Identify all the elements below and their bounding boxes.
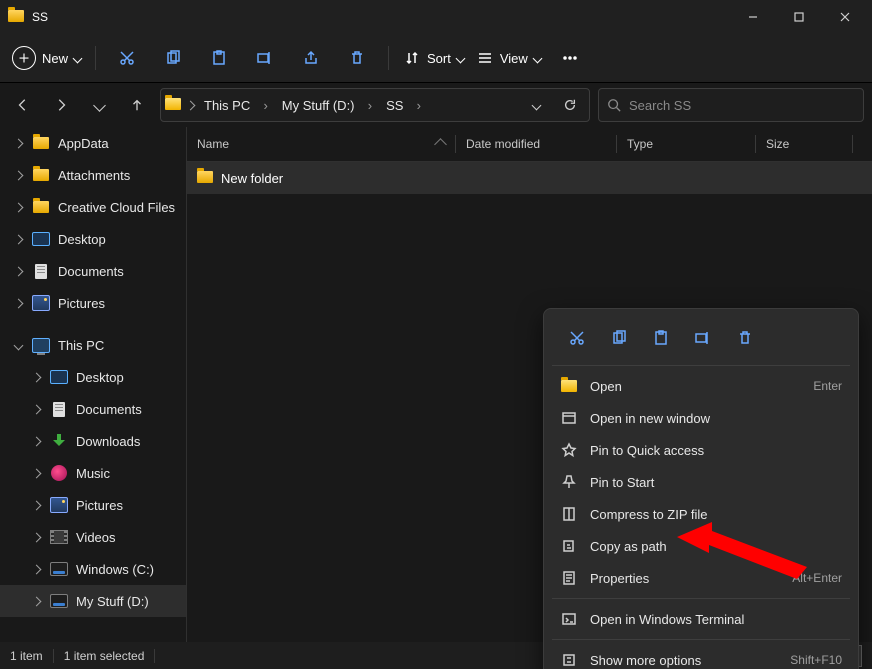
ctx-open-terminal[interactable]: Open in Windows Terminal <box>550 603 852 635</box>
delete-button[interactable] <box>334 41 380 75</box>
copy-icon <box>164 49 182 67</box>
sidebar-item-my-stuff-d-[interactable]: My Stuff (D:) <box>0 585 186 617</box>
refresh-button[interactable] <box>555 90 585 120</box>
sidebar-item-attachments[interactable]: Attachments <box>0 159 186 191</box>
sort-asc-icon <box>434 138 447 151</box>
cut-button[interactable] <box>104 41 150 75</box>
ctx-paste-button[interactable] <box>642 321 680 355</box>
ctx-cut-button[interactable] <box>558 321 596 355</box>
file-list-area: Name Date modified Type Size New folder <box>187 127 872 642</box>
rename-button[interactable] <box>242 41 288 75</box>
sidebar-item-documents[interactable]: Documents <box>0 255 186 287</box>
context-menu: Open Enter Open in new window Pin to Qui… <box>543 308 859 669</box>
more-button[interactable] <box>547 41 593 75</box>
command-bar: New Sort View <box>0 34 872 83</box>
folder-icon <box>165 98 181 113</box>
address-bar[interactable]: This PC › My Stuff (D:) › SS › <box>160 88 590 122</box>
trash-icon <box>348 49 366 67</box>
ctx-copy-button[interactable] <box>600 321 638 355</box>
new-window-icon <box>560 410 578 426</box>
column-headers: Name Date modified Type Size <box>187 127 872 162</box>
terminal-icon <box>560 611 578 627</box>
ctx-pin-start[interactable]: Pin to Start <box>550 466 852 498</box>
column-name[interactable]: Name <box>187 137 455 151</box>
view-button[interactable]: View <box>470 41 547 75</box>
folder-icon <box>197 171 213 186</box>
window-title: SS <box>32 10 48 24</box>
sidebar-item-creative-cloud-files[interactable]: Creative Cloud Files <box>0 191 186 223</box>
copy-path-icon <box>560 538 578 554</box>
address-history-button[interactable] <box>521 90 551 120</box>
copy-button[interactable] <box>150 41 196 75</box>
ctx-show-more[interactable]: Show more options Shift+F10 <box>550 644 852 669</box>
close-button[interactable] <box>822 1 868 33</box>
sidebar-item-windows-c-[interactable]: Windows (C:) <box>0 553 186 585</box>
chevron-down-icon <box>532 53 542 63</box>
pin-icon <box>560 474 578 490</box>
column-type[interactable]: Type <box>617 137 755 151</box>
ctx-delete-button[interactable] <box>726 321 764 355</box>
column-size[interactable]: Size <box>756 137 852 151</box>
ctx-properties[interactable]: Properties Alt+Enter <box>550 562 852 594</box>
sort-icon <box>403 49 421 67</box>
recent-button[interactable] <box>84 90 114 120</box>
file-name: New folder <box>221 171 283 186</box>
window-folder-icon <box>8 10 24 25</box>
ctx-rename-button[interactable] <box>684 321 722 355</box>
column-date[interactable]: Date modified <box>456 137 616 151</box>
status-selected-count: 1 item selected <box>64 649 145 663</box>
forward-button[interactable] <box>46 90 76 120</box>
new-button[interactable]: New <box>8 41 87 75</box>
sidebar-item-desktop[interactable]: Desktop <box>0 361 186 393</box>
breadcrumb-thispc[interactable]: This PC › <box>200 98 272 113</box>
ctx-copy-path[interactable]: Copy as path <box>550 530 852 562</box>
sidebar-item-pictures[interactable]: Pictures <box>0 287 186 319</box>
paste-button[interactable] <box>196 41 242 75</box>
sidebar-item-videos[interactable]: Videos <box>0 521 186 553</box>
sidebar-item-documents[interactable]: Documents <box>0 393 186 425</box>
ctx-compress[interactable]: Compress to ZIP file <box>550 498 852 530</box>
search-box[interactable]: Search SS <box>598 88 864 122</box>
share-icon <box>302 49 320 67</box>
chevron-down-icon <box>455 53 465 63</box>
search-placeholder: Search SS <box>629 98 691 113</box>
open-folder-icon <box>560 380 578 392</box>
sidebar-item-appdata[interactable]: AppData <box>0 127 186 159</box>
up-button[interactable] <box>122 90 152 120</box>
sort-button[interactable]: Sort <box>397 41 470 75</box>
paste-icon <box>210 49 228 67</box>
plus-icon <box>12 46 36 70</box>
status-item-count: 1 item <box>10 649 43 663</box>
pc-icon <box>32 338 50 353</box>
zip-icon <box>560 506 578 522</box>
sidebar-item-downloads[interactable]: Downloads <box>0 425 186 457</box>
breadcrumb-folder[interactable]: SS › <box>382 98 425 113</box>
sidebar-item-thispc[interactable]: This PC <box>0 329 186 361</box>
chevron-down-icon <box>73 53 83 63</box>
rename-icon <box>256 49 274 67</box>
search-icon <box>607 98 621 112</box>
maximize-button[interactable] <box>776 1 822 33</box>
sidebar-item-pictures[interactable]: Pictures <box>0 489 186 521</box>
properties-icon <box>560 570 578 586</box>
navigation-pane: AppDataAttachmentsCreative Cloud FilesDe… <box>0 127 187 642</box>
ctx-open[interactable]: Open Enter <box>550 370 852 402</box>
ctx-open-new-window[interactable]: Open in new window <box>550 402 852 434</box>
share-button[interactable] <box>288 41 334 75</box>
file-row-selected[interactable]: New folder <box>187 162 872 194</box>
minimize-button[interactable] <box>730 1 776 33</box>
breadcrumb-drive[interactable]: My Stuff (D:) › <box>278 98 376 113</box>
chevron-right-icon <box>186 100 196 110</box>
more-options-icon <box>560 652 578 668</box>
view-icon <box>476 49 494 67</box>
scissors-icon <box>118 49 136 67</box>
navigation-bar: This PC › My Stuff (D:) › SS › Search SS <box>0 83 872 127</box>
back-button[interactable] <box>8 90 38 120</box>
more-icon <box>561 49 579 67</box>
titlebar: SS <box>0 0 872 34</box>
sidebar-item-desktop[interactable]: Desktop <box>0 223 186 255</box>
ctx-pin-quick[interactable]: Pin to Quick access <box>550 434 852 466</box>
star-icon <box>560 442 578 458</box>
sidebar-item-music[interactable]: Music <box>0 457 186 489</box>
